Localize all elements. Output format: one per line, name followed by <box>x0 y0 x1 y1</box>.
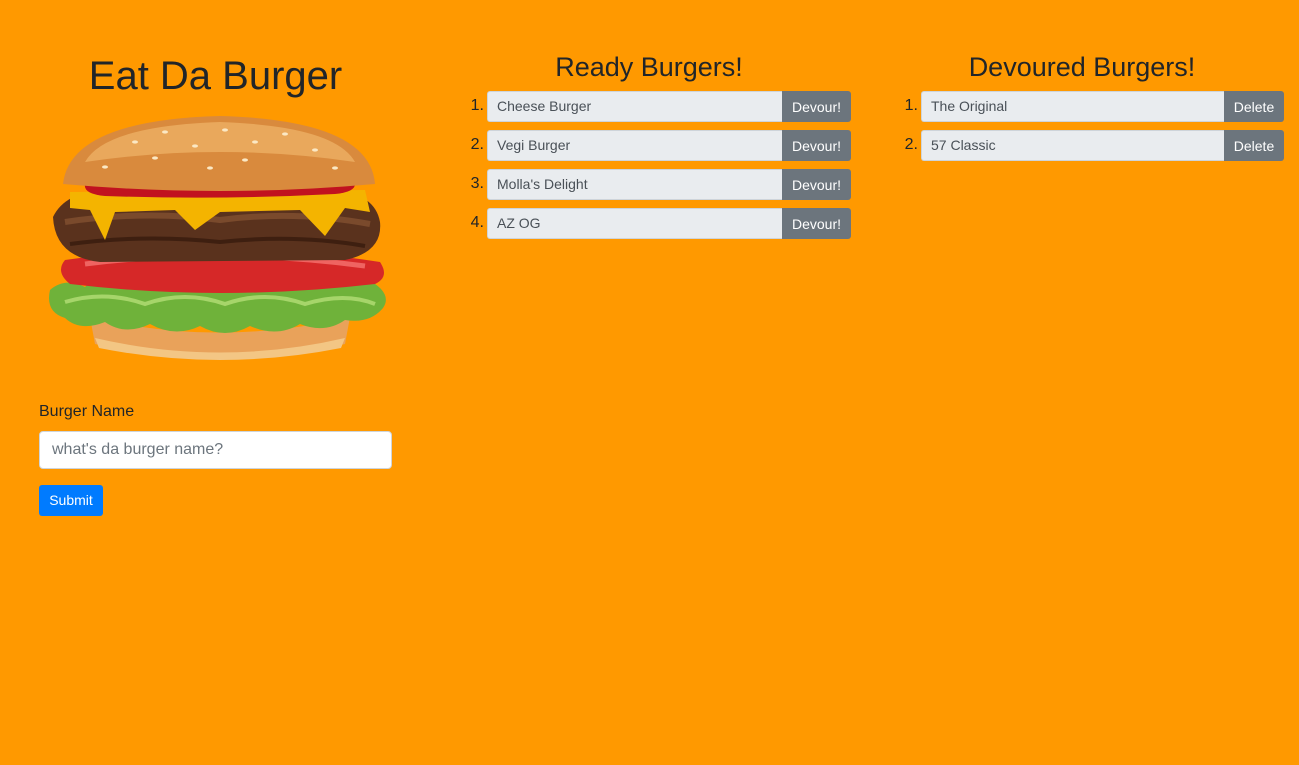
item-number: 4. <box>470 214 484 231</box>
item-number: 2. <box>904 136 918 153</box>
devoured-burger-group: 57 Classic Delete <box>921 130 1284 161</box>
delete-button[interactable]: Delete <box>1224 91 1284 122</box>
list-item: 2. 57 Classic Delete <box>896 130 1284 161</box>
ready-burger-group: AZ OG Devour! <box>487 208 851 239</box>
page-title: Eat Da Burger <box>88 54 343 98</box>
item-number: 2. <box>470 136 484 153</box>
devoured-burgers-list: 1. The Original Delete 2. 57 Classic Del… <box>896 91 1284 169</box>
delete-button[interactable]: Delete <box>1224 130 1284 161</box>
devoured-burgers-title: Devoured Burgers! <box>968 52 1196 82</box>
list-item: 2. Vegi Burger Devour! <box>462 130 851 161</box>
list-item: 1. The Original Delete <box>896 91 1284 122</box>
burger-name-field: Cheese Burger <box>487 91 782 122</box>
devour-button[interactable]: Devour! <box>782 91 851 122</box>
burger-illustration <box>49 116 386 360</box>
ready-burger-group: Vegi Burger Devour! <box>487 130 851 161</box>
list-item: 3. Molla's Delight Devour! <box>462 169 851 200</box>
burger-name-input[interactable] <box>39 431 392 469</box>
burger-name-field: 57 Classic <box>921 130 1224 161</box>
item-number: 3. <box>470 175 484 192</box>
burger-name-field: Molla's Delight <box>487 169 782 200</box>
ready-burgers-title: Ready Burgers! <box>555 52 743 82</box>
ready-burger-group: Molla's Delight Devour! <box>487 169 851 200</box>
devour-button[interactable]: Devour! <box>782 130 851 161</box>
devour-button[interactable]: Devour! <box>782 208 851 239</box>
list-item: 4. AZ OG Devour! <box>462 208 851 239</box>
item-number: 1. <box>904 97 918 114</box>
ready-burgers-list: 1. Cheese Burger Devour! 2. Vegi Burger … <box>462 91 851 247</box>
list-item: 1. Cheese Burger Devour! <box>462 91 851 122</box>
burger-name-field: The Original <box>921 91 1224 122</box>
burger-name-label: Burger Name <box>39 403 135 420</box>
burger-name-field: Vegi Burger <box>487 130 782 161</box>
devour-button[interactable]: Devour! <box>782 169 851 200</box>
item-number: 1. <box>470 97 484 114</box>
burger-name-field: AZ OG <box>487 208 782 239</box>
devoured-burger-group: The Original Delete <box>921 91 1284 122</box>
submit-button[interactable]: Submit <box>39 485 103 516</box>
ready-burger-group: Cheese Burger Devour! <box>487 91 851 122</box>
